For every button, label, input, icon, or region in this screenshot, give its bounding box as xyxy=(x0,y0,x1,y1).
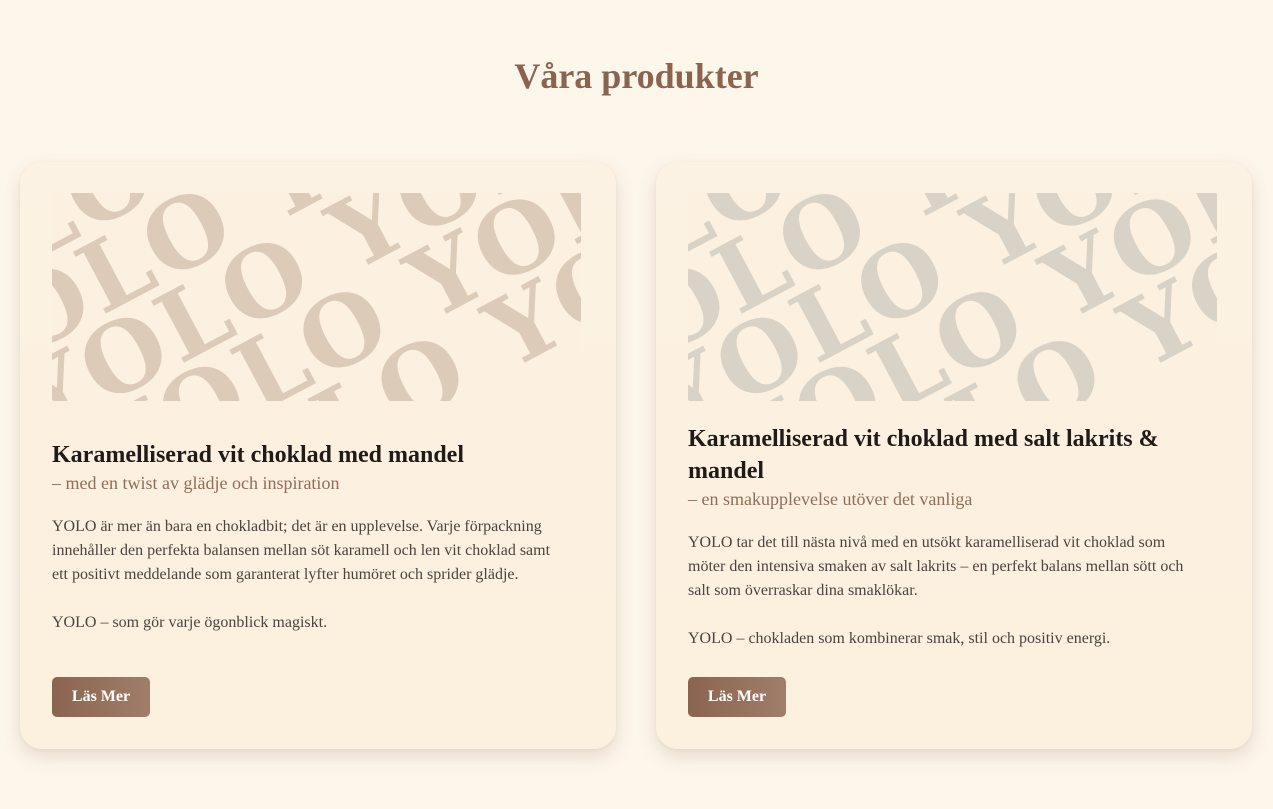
page-title: Våra produkter xyxy=(514,56,759,96)
product-subtitle: – med en twist av glädje och inspiration xyxy=(52,473,340,493)
product-image: YOLO YOLO YOLO YOLO YOLO YOLO YOLO YOLO … xyxy=(52,193,581,401)
product-title: Karamelliserad vit choklad med mandel xyxy=(52,442,464,468)
product-card-caramel-almond: YOLO YOLO YOLO YOLO YOLO YOLO YOLO YOLO … xyxy=(20,162,616,749)
yolo-pattern-image: YOLO YOLO YOLO YOLO YOLO YOLO YOLO YOLO … xyxy=(52,193,581,401)
product-tagline: YOLO – som gör varje ögonblick magiskt. xyxy=(52,614,328,631)
yolo-pattern-image: YOLO YOLO YOLO YOLO YOLO YOLO YOLO YOLO … xyxy=(688,193,1217,401)
product-subtitle: – en smakupplevelse utöver det vanliga xyxy=(688,489,973,509)
product-description: YOLO är mer än bara en chokladbit; det ä… xyxy=(52,518,551,583)
read-more-button[interactable]: Läs Mer xyxy=(52,677,150,717)
product-title: Karamelliserad vit choklad med salt lakr… xyxy=(688,426,1159,484)
product-tagline: YOLO – chokladen som kombinerar smak, st… xyxy=(688,630,1111,647)
yolo-pattern: YOLO YOLO YOLO YOLO YOLO YOLO YOLO YOLO … xyxy=(688,193,1217,401)
product-image: YOLO YOLO YOLO YOLO YOLO YOLO YOLO YOLO … xyxy=(688,193,1217,401)
product-card-salt-licorice-almond: YOLO YOLO YOLO YOLO YOLO YOLO YOLO YOLO … xyxy=(656,162,1252,749)
yolo-pattern: YOLO YOLO YOLO YOLO YOLO YOLO YOLO YOLO … xyxy=(52,193,581,401)
read-more-button[interactable]: Läs Mer xyxy=(688,677,786,717)
product-description: YOLO tar det till nästa nivå med en utsö… xyxy=(688,534,1184,599)
